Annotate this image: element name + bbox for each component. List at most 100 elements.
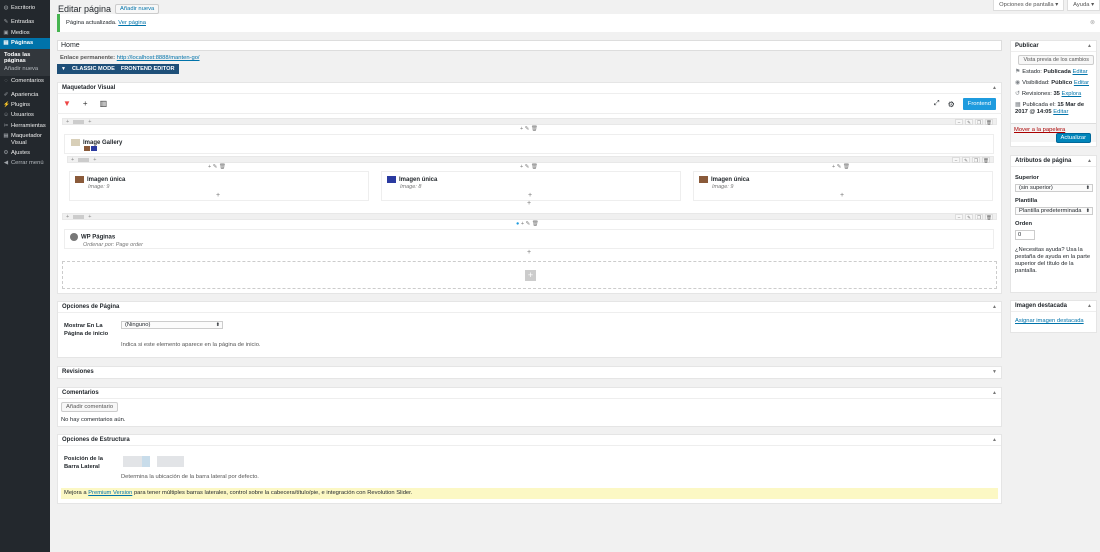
sidebar-item-escritorio[interactable]: ◍ Escritorio bbox=[0, 3, 50, 13]
sidebar-item-medios[interactable]: ▣ Medios bbox=[0, 28, 50, 38]
row-add-icon[interactable]: + bbox=[88, 214, 91, 220]
row-add-icon[interactable]: + bbox=[93, 157, 96, 163]
edit-icon[interactable]: ✎ bbox=[965, 214, 973, 220]
column-controls[interactable]: + ✎ 🗑 bbox=[520, 164, 538, 170]
edit-icon[interactable]: ✎ bbox=[965, 119, 973, 125]
row-add-icon[interactable]: + bbox=[66, 119, 69, 125]
view-page-link[interactable]: Ver página bbox=[118, 20, 146, 26]
toggle-arrow-icon[interactable]: ▲ bbox=[1087, 303, 1092, 309]
revisions-header[interactable]: Revisiones ▼ bbox=[58, 367, 1001, 378]
sidebar-item-comentarios[interactable]: ◌ Comentarios bbox=[0, 76, 50, 86]
update-button[interactable]: Actualizar bbox=[1055, 133, 1091, 143]
row-layout-icon[interactable] bbox=[78, 157, 90, 162]
help-button[interactable]: Ayuda ▾ bbox=[1067, 0, 1100, 11]
minimize-icon[interactable]: – bbox=[955, 214, 963, 220]
add-row-icon[interactable]: + bbox=[525, 270, 536, 281]
module-wp-paginas[interactable]: WP Páginas Ordenar por: Page order bbox=[64, 229, 994, 249]
layout-option-selected[interactable] bbox=[142, 456, 150, 467]
sidebar-item-plugins[interactable]: ⚡ Plugins bbox=[0, 100, 50, 110]
show-homepage-select[interactable]: (Ninguno) bbox=[121, 321, 223, 329]
add-new-button[interactable]: Añadir nueva bbox=[115, 4, 160, 14]
add-module-icon[interactable]: + bbox=[840, 192, 844, 199]
toggle-arrow-icon[interactable]: ▲ bbox=[992, 85, 997, 91]
premium-link[interactable]: Premium Version bbox=[88, 490, 132, 496]
sidebar-item-herramientas[interactable]: ✂ Herramientas bbox=[0, 121, 50, 131]
row-toolbar[interactable]: + + – ✎ ❐ 🗑 bbox=[62, 213, 997, 220]
sidebar-item-entradas[interactable]: ✎ Entradas bbox=[0, 17, 50, 27]
layout-option-left[interactable] bbox=[123, 456, 142, 467]
delete-icon[interactable]: 🗑 bbox=[985, 119, 993, 125]
page-options-header[interactable]: Opciones de Página ▲ bbox=[58, 302, 1001, 313]
subrow-toolbar[interactable]: + + – ✎ ❐ 🗑 bbox=[67, 156, 994, 163]
toggle-arrow-icon[interactable]: ▲ bbox=[992, 390, 997, 396]
toggle-arrow-icon[interactable]: ▲ bbox=[1087, 158, 1092, 164]
add-comment-button[interactable]: Añadir comentario bbox=[61, 402, 119, 412]
delete-icon[interactable]: 🗑 bbox=[982, 157, 990, 163]
column-controls[interactable]: + ✎ 🗑 bbox=[832, 164, 850, 170]
row-layout-icon[interactable] bbox=[73, 119, 85, 124]
row-add-icon[interactable]: + bbox=[66, 214, 69, 220]
duplicate-icon[interactable]: ❐ bbox=[975, 119, 983, 125]
row-add-icon[interactable]: + bbox=[88, 119, 91, 125]
minimize-icon[interactable]: – bbox=[955, 119, 963, 125]
row-layout-icon[interactable] bbox=[73, 214, 85, 219]
module-imagen-unica-2[interactable]: Imagen única Image: 8 + bbox=[381, 171, 681, 201]
duplicate-icon[interactable]: ❐ bbox=[975, 214, 983, 220]
toggle-arrow-icon[interactable]: ▲ bbox=[992, 437, 997, 443]
add-module-icon[interactable]: + bbox=[83, 99, 88, 108]
add-row-dropzone[interactable]: + bbox=[62, 261, 997, 289]
publish-header[interactable]: Publicar ▲ bbox=[1011, 41, 1096, 52]
parent-select[interactable]: (sin superior) bbox=[1015, 184, 1093, 192]
order-input[interactable]: 0 bbox=[1015, 230, 1035, 240]
duplicate-icon[interactable]: ❐ bbox=[972, 157, 980, 163]
sidebar-item-apariencia[interactable]: ✐ Apariencia bbox=[0, 90, 50, 100]
post-title-input[interactable]: Home bbox=[57, 40, 1002, 51]
frontend-editor-button[interactable]: FRONTEND EDITOR bbox=[121, 66, 175, 72]
gear-icon[interactable]: ⚙ bbox=[948, 100, 955, 109]
sidebar-collapse-menu[interactable]: ◀ Cerrar menú bbox=[0, 158, 50, 168]
row-toolbar[interactable]: + + – ✎ ❐ 🗑 bbox=[62, 118, 997, 125]
template-select[interactable]: Plantilla predeterminada bbox=[1015, 207, 1093, 215]
set-featured-image-link[interactable]: Asignar imagen destacada bbox=[1015, 318, 1084, 324]
column-controls[interactable]: ● + ✎ 🗑 bbox=[516, 221, 539, 227]
layouts-icon[interactable]: ▥ bbox=[100, 99, 108, 108]
submenu-add-new[interactable]: Añadir nueva bbox=[0, 65, 50, 73]
edit-icon[interactable]: ✎ bbox=[962, 157, 970, 163]
column-controls[interactable]: + ✎ 🗑 bbox=[520, 126, 538, 132]
featured-image-header[interactable]: Imagen destacada ▲ bbox=[1011, 301, 1096, 312]
browse-revisions-link[interactable]: Explora bbox=[1062, 91, 1082, 97]
submenu-all-pages[interactable]: Todas las páginas bbox=[0, 51, 50, 65]
structure-options-header[interactable]: Opciones de Estructura ▲ bbox=[58, 435, 1001, 446]
preview-changes-button[interactable]: Vista previa de los cambios bbox=[1018, 55, 1094, 65]
toggle-arrow-icon[interactable]: ▲ bbox=[992, 304, 997, 310]
delete-icon[interactable]: 🗑 bbox=[985, 214, 993, 220]
screen-options-button[interactable]: Opciones de pantalla ▾ bbox=[993, 0, 1065, 11]
classic-mode-button[interactable]: CLASSIC MODE bbox=[72, 66, 115, 72]
builder-logo-icon[interactable]: ▼ bbox=[63, 99, 71, 108]
sidebar-item-ajustes[interactable]: ⚙ Ajustes bbox=[0, 148, 50, 158]
page-attributes-header[interactable]: Atributos de página ▲ bbox=[1011, 156, 1096, 167]
toggle-arrow-icon[interactable]: ▼ bbox=[992, 369, 997, 375]
edit-date-link[interactable]: Editar bbox=[1053, 109, 1068, 115]
layout-option-right[interactable] bbox=[157, 456, 184, 467]
add-module-icon[interactable]: + bbox=[216, 192, 220, 199]
fullscreen-icon[interactable]: ⤢ bbox=[934, 100, 940, 108]
comments-header[interactable]: Comentarios ▲ bbox=[58, 388, 1001, 399]
module-image-gallery[interactable]: Image Gallery bbox=[64, 134, 994, 154]
toggle-arrow-icon[interactable]: ▲ bbox=[1087, 43, 1092, 49]
edit-status-link[interactable]: Editar bbox=[1073, 69, 1088, 75]
sidebar-item-maquetador[interactable]: ▦ Maquetador Visual bbox=[0, 131, 50, 148]
column-controls[interactable]: + ✎ 🗑 bbox=[208, 164, 226, 170]
frontend-button[interactable]: Frontend bbox=[962, 98, 996, 110]
minimize-icon[interactable]: – bbox=[952, 157, 960, 163]
add-module-icon[interactable]: + bbox=[527, 200, 531, 207]
add-module-icon[interactable]: + bbox=[528, 192, 532, 199]
sidebar-item-usuarios[interactable]: ☺ Usuarios bbox=[0, 110, 50, 120]
add-module-icon[interactable]: + bbox=[527, 249, 531, 256]
builder-box-header[interactable]: Maquetador Visual ▲ bbox=[58, 83, 1001, 94]
module-imagen-unica-3[interactable]: Imagen única Image: 9 + bbox=[693, 171, 993, 201]
module-imagen-unica-1[interactable]: Imagen única Image: 9 + bbox=[69, 171, 369, 201]
dismiss-icon[interactable]: ⊗ bbox=[1090, 19, 1095, 26]
sidebar-item-paginas[interactable]: ▤ Páginas bbox=[0, 38, 50, 49]
permalink-url[interactable]: http://localhost:8888/manten-go/ bbox=[117, 55, 200, 61]
